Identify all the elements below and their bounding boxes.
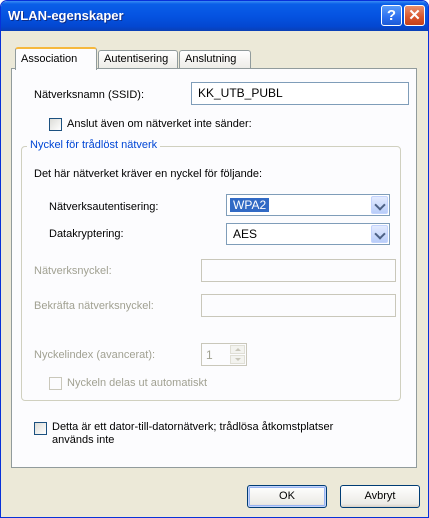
tab-authentication[interactable]: Autentisering xyxy=(98,50,178,69)
wireless-key-legend: Nyckel för trådlöst nätverk xyxy=(27,139,161,151)
key-index-label: Nyckelindex (avancerat): xyxy=(34,349,156,361)
auto-key-label: Nyckeln delas ut automatiskt xyxy=(67,377,208,389)
encryption-dropdown-button[interactable] xyxy=(371,225,388,243)
ssid-input[interactable]: KK_UTB_PUBL xyxy=(191,82,409,105)
ssid-label: Nätverksnamn (SSID): xyxy=(34,89,145,101)
encryption-select[interactable]: AES xyxy=(226,223,390,245)
key-index-arrows xyxy=(230,345,245,364)
auto-key-checkbox[interactable] xyxy=(49,377,62,390)
auth-select-value: WPA2 xyxy=(230,198,270,212)
title-bar[interactable]: WLAN-egenskaper ? ✕ xyxy=(1,1,428,31)
broadcast-checkbox-label: Anslut även om nätverket inte sänder: xyxy=(67,118,252,130)
key-index-stepper[interactable]: 1 xyxy=(201,343,247,366)
adhoc-label-line1: Detta är ett dator-till-datornätverk; tr… xyxy=(52,421,334,433)
tab-connection[interactable]: Anslutning xyxy=(179,50,251,69)
cancel-button[interactable]: Avbryt xyxy=(340,485,420,508)
dialog-window: WLAN-egenskaper ? ✕ Association Autentis… xyxy=(0,0,429,518)
ok-button[interactable]: OK xyxy=(247,485,327,508)
confirm-key-label: Bekräfta nätverksnyckel: xyxy=(34,300,154,312)
auth-dropdown-button[interactable] xyxy=(371,196,388,214)
arrow-up-icon xyxy=(235,348,241,351)
confirm-key-input[interactable] xyxy=(201,294,396,317)
window-title: WLAN-egenskaper xyxy=(8,8,124,23)
tab-association[interactable]: Association xyxy=(15,47,97,70)
adhoc-label-line2: används inte xyxy=(52,434,115,446)
encryption-select-value: AES xyxy=(233,227,258,241)
auth-label: Nätverksautentisering: xyxy=(49,201,159,213)
network-key-label: Nätverksnyckel: xyxy=(34,265,112,277)
stepper-down-button[interactable] xyxy=(230,355,245,364)
adhoc-checkbox[interactable] xyxy=(34,422,47,435)
close-button[interactable]: ✕ xyxy=(404,5,425,26)
arrow-down-icon xyxy=(235,358,241,361)
help-button[interactable]: ? xyxy=(381,5,402,26)
chevron-down-icon xyxy=(374,199,386,211)
chevron-down-icon xyxy=(374,228,386,240)
network-key-input[interactable] xyxy=(201,259,396,282)
encryption-label: Datakryptering: xyxy=(49,228,124,240)
key-description: Det här nätverket kräver en nyckel för f… xyxy=(34,168,263,180)
stepper-up-button[interactable] xyxy=(230,345,245,354)
broadcast-checkbox[interactable] xyxy=(49,118,62,131)
auth-select[interactable]: WPA2 xyxy=(226,194,390,216)
key-index-value: 1 xyxy=(206,348,213,362)
